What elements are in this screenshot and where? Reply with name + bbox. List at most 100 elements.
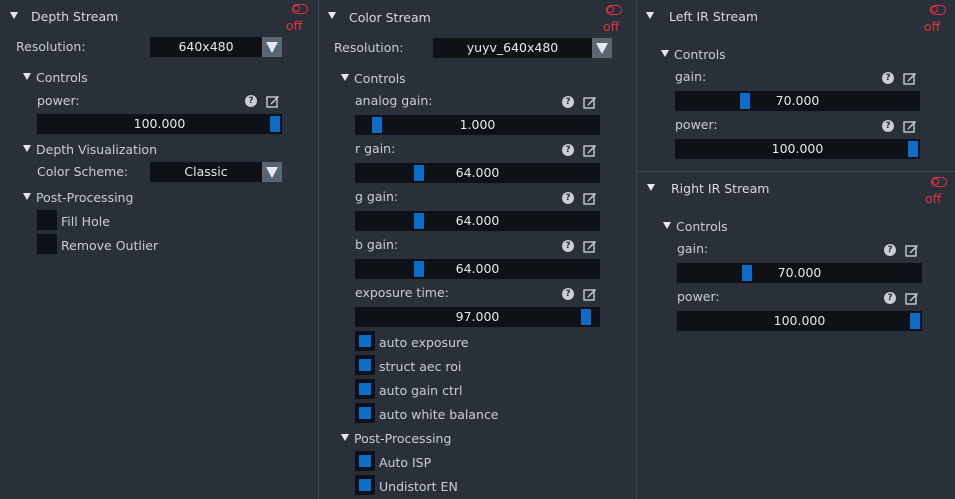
slider-knob[interactable] — [740, 93, 750, 109]
edit-icon[interactable] — [583, 143, 597, 157]
slider-knob[interactable] — [414, 261, 424, 277]
help-icon[interactable]: ? — [562, 288, 574, 300]
left-ir-stream-toggle-label[interactable]: off — [924, 20, 940, 34]
slider-knob[interactable] — [908, 141, 918, 157]
gain-slider[interactable]: 70.000 — [675, 91, 920, 111]
edit-icon[interactable] — [583, 191, 597, 205]
fill-hole-label: Fill Hole — [61, 214, 110, 229]
depth-stream-collapse-icon[interactable] — [10, 12, 18, 19]
gain-label: gain: — [675, 69, 707, 84]
right-ir-stream-title: Right IR Stream — [671, 181, 770, 196]
edit-icon[interactable] — [266, 94, 280, 108]
chevron-down-icon[interactable] — [592, 38, 612, 58]
exposure-time-value: 97.000 — [455, 309, 500, 324]
right-ir-stream-collapse-icon[interactable] — [647, 184, 655, 191]
color-stream-panel: Color Stream off Resolution: yuyv_640x48… — [319, 0, 636, 499]
controls-collapse-icon[interactable] — [341, 74, 349, 81]
slider-knob[interactable] — [742, 265, 752, 281]
analog-gain-slider[interactable]: 1.000 — [355, 115, 600, 135]
edit-icon[interactable] — [583, 95, 597, 109]
remove-outlier-label: Remove Outlier — [61, 238, 159, 253]
gain-label: gain: — [677, 241, 709, 256]
struct-aec-roi-checkbox[interactable] — [355, 355, 375, 375]
controls-label: Controls — [36, 70, 88, 85]
slider-knob[interactable] — [910, 313, 920, 329]
slider-knob[interactable] — [372, 117, 382, 133]
power-label: power: — [677, 289, 720, 304]
power-slider[interactable]: 100.000 — [677, 311, 922, 331]
controls-collapse-icon[interactable] — [23, 73, 31, 80]
g-gain-value: 64.000 — [455, 213, 500, 228]
undistort-en-label: Undistort EN — [379, 479, 458, 494]
slider-knob[interactable] — [581, 309, 591, 325]
post-processing-collapse-icon[interactable] — [341, 434, 349, 441]
edit-icon[interactable] — [903, 119, 917, 133]
r-gain-value: 64.000 — [455, 165, 500, 180]
slider-knob[interactable] — [414, 213, 424, 229]
depth-stream-title: Depth Stream — [31, 9, 119, 24]
depth-visualization-label: Depth Visualization — [36, 142, 158, 157]
help-icon[interactable]: ? — [884, 244, 896, 256]
right-ir-stream-toggle-icon[interactable] — [931, 177, 947, 187]
depth-stream-toggle-label[interactable]: off — [286, 19, 302, 33]
edit-icon[interactable] — [905, 243, 919, 257]
r-gain-label: r gain: — [355, 141, 396, 156]
undistort-en-checkbox[interactable] — [355, 475, 375, 495]
help-icon[interactable]: ? — [562, 240, 574, 252]
color-resolution-value: yuyv_640x480 — [466, 40, 559, 55]
depth-visualization-collapse-icon[interactable] — [23, 145, 31, 152]
edit-icon[interactable] — [905, 291, 919, 305]
color-stream-collapse-icon[interactable] — [328, 12, 336, 19]
help-icon[interactable]: ? — [882, 120, 894, 132]
gain-slider[interactable]: 70.000 — [677, 263, 922, 283]
edit-icon[interactable] — [583, 239, 597, 253]
power-value: 100.000 — [133, 116, 186, 131]
controls-collapse-icon[interactable] — [661, 50, 669, 57]
color-scheme-label: Color Scheme: — [37, 164, 129, 179]
auto-isp-checkbox[interactable] — [355, 451, 375, 471]
post-processing-collapse-icon[interactable] — [23, 193, 31, 200]
auto-exposure-checkbox[interactable] — [355, 331, 375, 351]
depth-stream-panel: Depth Stream off Resolution: 640x480 Con… — [0, 0, 318, 499]
depth-stream-toggle-icon[interactable] — [292, 4, 308, 14]
color-stream-toggle-label[interactable]: off — [603, 20, 619, 34]
depth-resolution-select[interactable]: 640x480 — [150, 37, 282, 57]
help-icon[interactable]: ? — [562, 192, 574, 204]
left-ir-stream-collapse-icon[interactable] — [646, 12, 654, 19]
auto-white-balance-checkbox[interactable] — [355, 403, 375, 423]
color-scheme-select[interactable]: Classic — [150, 162, 282, 182]
g-gain-slider[interactable]: 64.000 — [355, 211, 600, 231]
power-slider[interactable]: 100.000 — [37, 114, 282, 134]
auto-gain-ctrl-checkbox[interactable] — [355, 379, 375, 399]
edit-icon[interactable] — [903, 71, 917, 85]
controls-collapse-icon[interactable] — [663, 222, 671, 229]
help-icon[interactable]: ? — [884, 292, 896, 304]
help-icon[interactable]: ? — [245, 95, 257, 107]
remove-outlier-checkbox[interactable] — [37, 234, 57, 254]
struct-aec-roi-label: struct aec roi — [379, 359, 462, 374]
help-icon[interactable]: ? — [882, 72, 894, 84]
analog-gain-value: 1.000 — [459, 117, 496, 132]
chevron-down-icon[interactable] — [262, 37, 282, 57]
help-icon[interactable]: ? — [562, 144, 574, 156]
r-gain-slider[interactable]: 64.000 — [355, 163, 600, 183]
exposure-time-slider[interactable]: 97.000 — [355, 307, 600, 327]
analog-gain-label: analog gain: — [355, 93, 433, 108]
slider-knob[interactable] — [270, 116, 280, 132]
b-gain-value: 64.000 — [455, 261, 500, 276]
edit-icon[interactable] — [583, 287, 597, 301]
controls-label: Controls — [674, 47, 726, 62]
left-ir-stream-panel: Left IR Stream off Controls gain: ? 70.0… — [637, 0, 955, 171]
help-icon[interactable]: ? — [562, 96, 574, 108]
fill-hole-checkbox[interactable] — [37, 210, 57, 230]
left-ir-stream-toggle-icon[interactable] — [930, 5, 946, 15]
right-ir-stream-toggle-label[interactable]: off — [925, 192, 941, 206]
power-slider[interactable]: 100.000 — [675, 139, 920, 159]
b-gain-slider[interactable]: 64.000 — [355, 259, 600, 279]
auto-isp-label: Auto ISP — [379, 455, 432, 470]
slider-knob[interactable] — [414, 165, 424, 181]
resolution-label: Resolution: — [334, 40, 404, 55]
chevron-down-icon[interactable] — [262, 162, 282, 182]
color-stream-toggle-icon[interactable] — [606, 5, 622, 15]
color-resolution-select[interactable]: yuyv_640x480 — [433, 38, 612, 58]
